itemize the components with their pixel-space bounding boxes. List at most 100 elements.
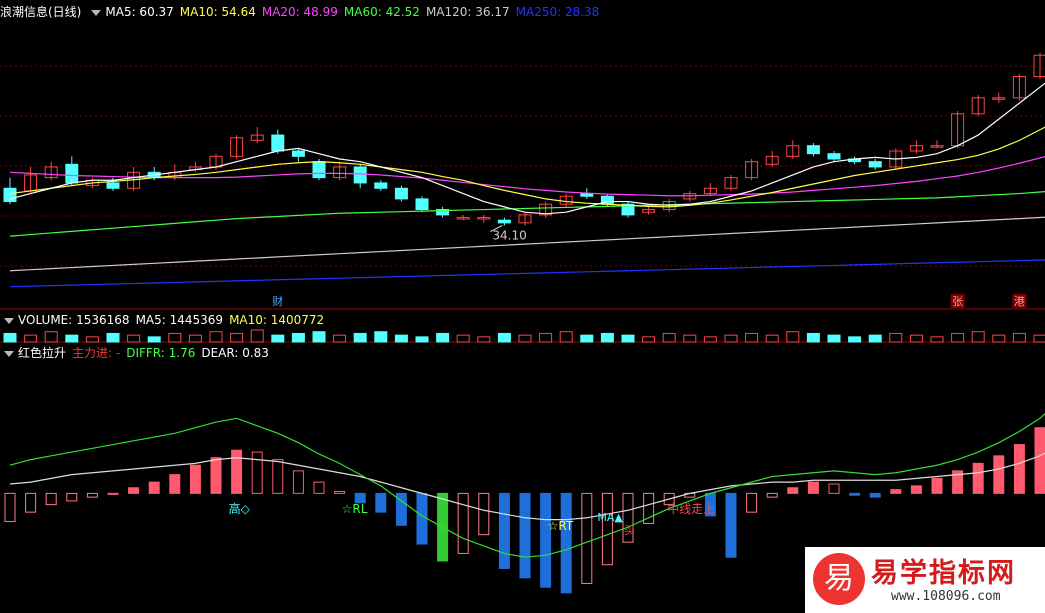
watermark-banner: 易 易学指标网 www.108096.com	[805, 547, 1045, 613]
volume-bar	[662, 332, 676, 343]
macd-bar	[334, 491, 346, 494]
macd-bar	[86, 492, 98, 498]
candle	[3, 187, 17, 203]
macd-bar	[1034, 427, 1045, 494]
candle	[806, 145, 820, 155]
volume-bar	[765, 334, 779, 343]
macd-bar	[849, 492, 861, 496]
volume-bar	[745, 332, 759, 343]
volume-bar	[415, 336, 429, 343]
annotation-ma: MA▲	[597, 511, 623, 524]
volume-bar	[230, 332, 244, 343]
volume-bar	[786, 331, 800, 343]
volume-bar	[868, 334, 882, 343]
macd-bar	[251, 451, 263, 494]
volume-bar	[24, 334, 38, 343]
volume-bar	[580, 334, 594, 343]
annotation-zhongxian: 中线走上	[667, 501, 715, 516]
volume-bar	[497, 332, 511, 343]
volume-bar	[456, 334, 470, 343]
macd-bar	[828, 483, 840, 494]
candle	[580, 193, 594, 197]
marker-gang: 港	[1014, 295, 1025, 308]
macd-bar	[746, 492, 758, 513]
ma60-line	[9, 190, 1045, 237]
macd-bar	[148, 481, 160, 494]
macd-bar	[66, 492, 78, 502]
volume-bar	[1033, 334, 1045, 343]
stock-chart[interactable]: 66.2234.10财张港高◇☆RL☆RTMA▲买中线走上高◇	[0, 0, 1045, 613]
candle	[415, 198, 429, 211]
macd-bar	[1013, 444, 1025, 494]
vol-label-0: VOLUME: 1536168	[18, 313, 130, 327]
annotation-mai: 买	[624, 524, 635, 537]
candle	[106, 182, 120, 189]
macd-bar	[231, 449, 243, 494]
volume-bar	[44, 331, 58, 343]
macd-bar	[313, 481, 325, 494]
macd-bar	[210, 457, 222, 494]
volume-bar	[621, 334, 635, 343]
macd-bar	[560, 492, 572, 594]
macd-bar	[890, 489, 902, 494]
macd-bar	[601, 492, 613, 566]
volume-bar	[889, 332, 903, 343]
macd-bar	[519, 492, 531, 579]
volume-bar	[848, 336, 862, 343]
watermark-title: 易学指标网	[871, 558, 1016, 589]
annotation-rt: ☆RT	[548, 519, 574, 533]
candle	[353, 166, 367, 184]
volume-bar	[992, 334, 1006, 343]
dropdown-arrow-icon[interactable]	[4, 317, 14, 324]
dropdown-arrow-icon[interactable]	[4, 350, 14, 357]
ma20-line	[9, 155, 1045, 197]
volume-bar	[312, 331, 326, 343]
marker-cai: 财	[272, 294, 283, 308]
volume-bar	[724, 334, 738, 343]
volume-bar	[1012, 332, 1026, 343]
candle	[827, 153, 841, 160]
macd-bar	[272, 459, 284, 494]
candle	[291, 150, 305, 157]
volume-bar	[353, 332, 367, 343]
ind-label-3: DEAR: 0.83	[201, 346, 269, 360]
macd-bar	[581, 492, 593, 584]
volume-bar	[168, 332, 182, 343]
volume-bar	[209, 331, 223, 343]
volume-bar	[642, 336, 656, 343]
ind-label-0: 红色拉升	[18, 346, 67, 360]
volume-bar	[683, 334, 697, 343]
volume-bar	[291, 332, 305, 343]
ind-label-1: 主力进: -	[72, 346, 121, 360]
macd-bar	[807, 481, 819, 494]
macd-bar	[416, 492, 428, 545]
macd-bar	[725, 492, 737, 558]
marker-zhang: 张	[952, 295, 963, 308]
volume-bar	[930, 336, 944, 343]
watermark-url: www.108096.com	[891, 589, 1001, 604]
volume-bar	[394, 334, 408, 343]
indicator-legend-values: 红色拉升 主力进: - DIFFR: 1.76 DEAR: 0.83	[18, 346, 275, 360]
annotation-gao-1: 高◇	[229, 501, 251, 516]
volume-bar	[271, 334, 285, 343]
volume-bar	[188, 334, 202, 343]
volume-bar	[374, 331, 388, 343]
macd-bar	[540, 492, 552, 588]
macd-bar	[375, 492, 387, 513]
macd-bar	[910, 485, 922, 494]
macd-bar	[931, 477, 943, 494]
volume-bar	[65, 334, 79, 343]
candle	[271, 134, 285, 152]
candle	[65, 163, 79, 184]
volume-bar	[827, 334, 841, 343]
macd-bar	[292, 470, 304, 494]
vol-label-2: MA10: 1400772	[229, 313, 325, 327]
volume-bar	[147, 336, 161, 343]
macd-bar	[25, 492, 37, 513]
volume-legend: VOLUME: 1536168 MA5: 1445369 MA10: 1400772	[0, 310, 336, 330]
volume-bar	[477, 336, 491, 343]
candle	[394, 187, 408, 200]
candle	[497, 219, 511, 224]
macd-bar	[107, 492, 119, 495]
ma5-line	[9, 82, 1045, 215]
